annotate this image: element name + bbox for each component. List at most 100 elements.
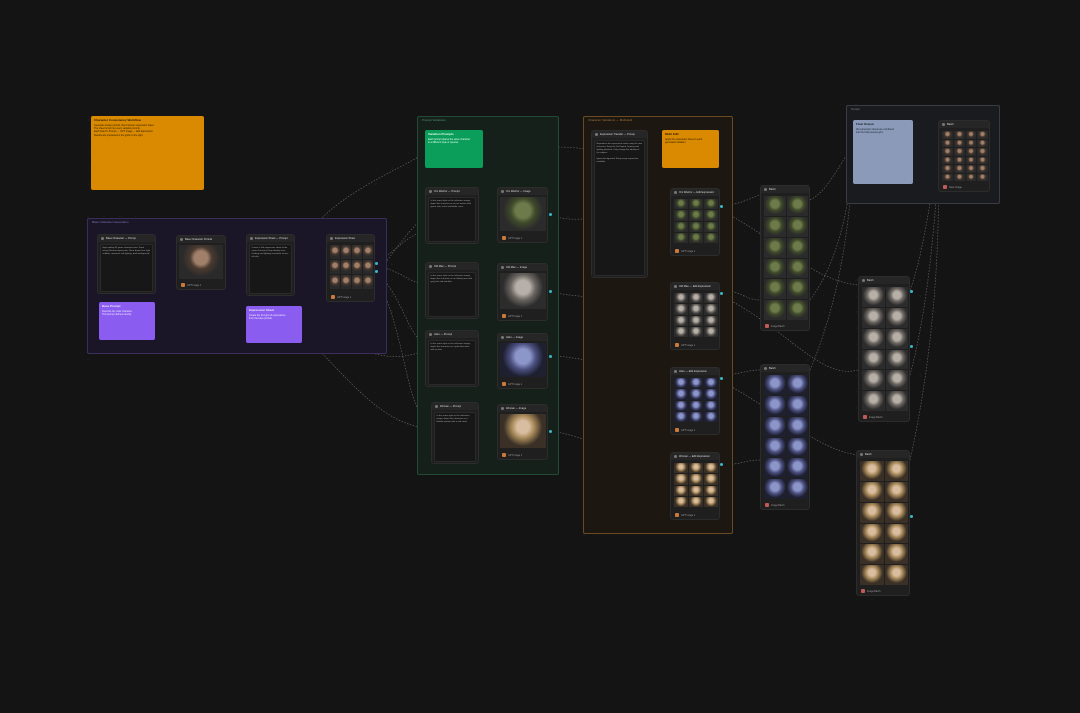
node-status-dot [860,453,863,456]
thumbnail-image [884,461,908,481]
thumbnail-image [977,173,988,181]
prompt-textarea[interactable]: In the same style as the reference image… [428,197,476,242]
node-base-prompt[interactable]: Base Character — Prompt High quality 4K … [97,234,156,294]
thumbnail-image [884,565,908,585]
node-edit-prompt[interactable]: Expression Transfer — Prompt Reproduce t… [591,130,648,278]
thumbnail-image [704,400,718,411]
thumbnail-image [363,275,373,289]
thumbnail-image [764,196,786,216]
thumbnail-image [689,485,703,496]
prompt-textarea[interactable]: In the same style as the reference image… [428,340,476,385]
output-port[interactable] [549,213,552,216]
thumbnail-image [674,463,688,474]
thumbnail-image [884,544,908,565]
note-multi-edit[interactable]: Multi Edit Apply the expression sheet to… [662,130,719,168]
node-preview-woman[interactable]: Batch Image Batch [856,450,910,596]
thumbnail-image [674,496,688,507]
node-orc-prompt[interactable]: Orc Warrior — Prompt In the same style a… [425,187,479,244]
output-port[interactable] [910,345,913,348]
thumbnail-image [885,349,908,370]
model-icon [675,513,679,517]
prompt-textarea[interactable]: Create a 3x4 expression sheet of the sam… [249,244,292,294]
thumbnail-image [689,496,703,507]
image-icon [943,185,947,189]
thumbnail-image [862,287,885,307]
note-final-output[interactable]: Final Output All expression sheets are c… [853,120,913,184]
node-edit-woman[interactable]: Woman — Edit Expression GPT Image 1 [670,452,720,520]
node-status-dot [595,133,598,136]
thumbnail-image [689,378,703,389]
thumbnail-image [862,370,885,391]
thumbnail-image [330,260,340,274]
output-port[interactable] [549,290,552,293]
note-expression-sheet[interactable]: Expression Sheet Create the 3x4 grid of … [246,306,302,343]
thumbnail-image [860,481,884,502]
thumbnail-image [689,199,703,210]
node-final-grid[interactable]: Batch Save Image [938,120,990,192]
thumbnail-image [764,216,786,237]
output-port[interactable] [910,290,913,293]
model-label: GPT Image 1 [337,295,352,299]
node-preview-orc[interactable]: Batch Image Batch [760,185,810,331]
output-port[interactable] [375,262,378,265]
node-old-image[interactable]: Old Man — Image GPT Image 1 [497,263,548,321]
node-expression-sheet[interactable]: Expression Sheet GPT Image 1 [326,234,375,302]
prompt-textarea[interactable]: High quality 4K game character bust. Fro… [100,244,153,292]
thumbnail-image [704,221,718,232]
node-title: Orc Warrior — Image [506,190,531,193]
thumbnail-image [862,349,885,370]
node-orc-image[interactable]: Orc Warrior — Image GPT Image 1 [497,187,548,243]
thumbnail-image [786,416,808,437]
prompt-textarea[interactable]: In the same style as the reference image… [434,412,476,462]
node-woman-image[interactable]: Woman — Image GPT Image 1 [497,404,548,460]
node-old-prompt[interactable]: Old Man — Prompt In the same style as th… [425,262,479,319]
node-footer-label: Image Batch [771,503,785,507]
thumbnail-image [674,199,688,210]
node-alien-prompt[interactable]: Alien — Prompt In the same style as the … [425,330,479,387]
thumbnail-image [689,474,703,485]
note-title: Expression Sheet [249,308,275,312]
output-port[interactable] [720,463,723,466]
output-port[interactable] [375,270,378,273]
node-edit-old[interactable]: Old Man — Edit Expression GPT Image 1 [670,282,720,350]
output-port[interactable] [720,377,723,380]
node-alien-image[interactable]: Alien — Image GPT Image 1 [497,333,548,389]
prompt-textarea[interactable]: Reproduce the expression sheet using the… [594,140,645,276]
thumbnail-image [977,139,988,147]
node-title: Orc Warrior — Prompt [434,190,460,193]
alien-portrait-image [499,343,546,377]
thumbnail-image [786,300,808,320]
output-port[interactable] [549,430,552,433]
group-title: Base Character Generation [92,220,129,224]
output-port[interactable] [720,292,723,295]
node-base-image[interactable]: Base Character Portrait GPT Image 1 [176,235,226,290]
note-intro[interactable]: Character Consistency Workflow Generate … [91,116,204,190]
node-title: Expression Sheet [335,237,356,240]
output-port[interactable] [910,515,913,518]
model-label: GPT Image 1 [681,428,696,432]
node-edit-alien[interactable]: Alien — Edit Expression GPT Image 1 [670,367,720,435]
output-port[interactable] [720,205,723,208]
note-title: Final Output [856,122,874,126]
image-icon [861,589,865,593]
note-variation-prompts[interactable]: Variation Prompts Each prompt places the… [425,130,483,168]
thumbnail-image [860,544,884,565]
node-sheet-prompt[interactable]: Expression Sheet — Prompt Create a 3x4 e… [246,234,295,296]
thumbnail-image [885,391,908,411]
prompt-textarea[interactable]: In the same style as the reference image… [428,272,476,317]
node-edit-orc[interactable]: Orc Warrior — Edit Expression GPT Image … [670,188,720,256]
node-preview-alien[interactable]: Batch Image Batch [760,364,810,510]
node-woman-prompt[interactable]: Woman — Prompt In the same style as the … [431,402,479,464]
node-footer-label: Image Batch [771,324,785,328]
thumbnail-image [885,328,908,349]
output-port[interactable] [549,355,552,358]
thumbnail-image [786,437,808,458]
thumbnail-image [704,199,718,210]
thumbnail-image [884,481,908,502]
workflow-canvas[interactable]: Base Character Generation Prompt Variati… [0,0,1080,713]
note-base-prompt[interactable]: Base Prompt Describe the main character.… [99,302,155,340]
node-status-dot [942,123,945,126]
thumbnail-image [786,395,808,416]
thumbnail-image [977,131,988,139]
node-preview-old[interactable]: Batch Image Batch [858,276,910,422]
